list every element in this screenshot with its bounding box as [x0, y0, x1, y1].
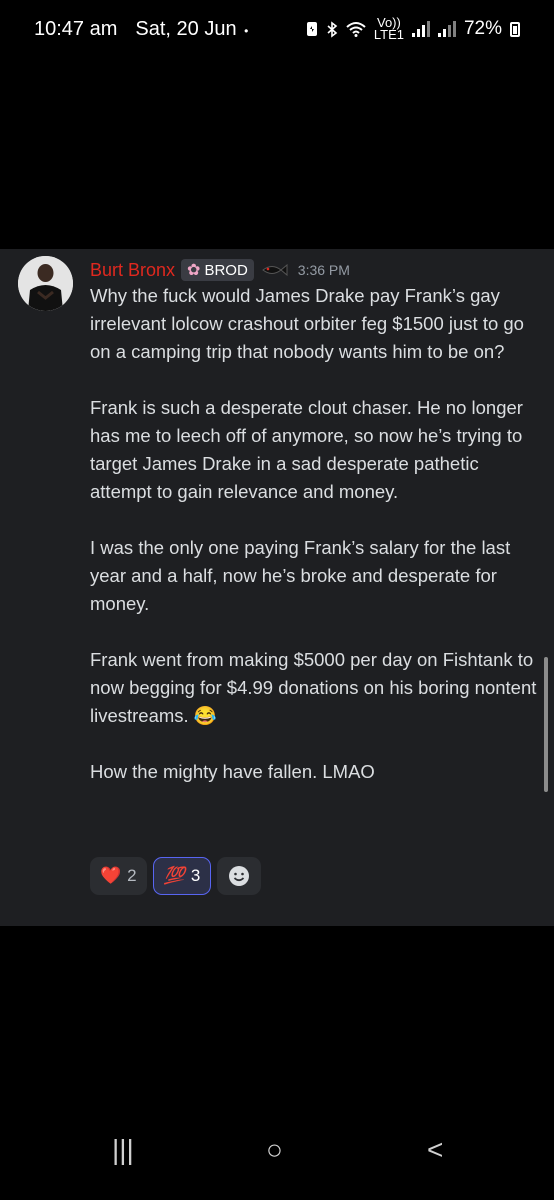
role-tag[interactable]: ✿ BROD — [181, 259, 254, 281]
reaction-hundred[interactable]: 💯 3 — [152, 857, 212, 895]
reactions-bar: ❤️ 2 💯 3 — [90, 857, 262, 895]
back-button[interactable]: < — [427, 1134, 443, 1166]
message-header: Burt Bronx ✿ BROD 3:36 PM — [90, 259, 350, 281]
fish-icon — [261, 263, 288, 277]
message-paragraph: Why the fuck would James Drake pay Frank… — [90, 285, 524, 362]
message-paragraph: How the mighty have fallen. LMAO — [90, 761, 375, 782]
smiley-icon — [229, 866, 250, 886]
status-icons: Vo)) LTE1 72% — [306, 15, 520, 42]
notification-icon — [306, 22, 317, 36]
message-area: Burt Bronx ✿ BROD 3:36 PM Why the fuck w… — [0, 249, 554, 926]
role-tag-label: BROD — [204, 261, 248, 279]
heart-icon: ❤️ — [100, 866, 122, 885]
signal-icon-2 — [437, 21, 456, 37]
avatar[interactable] — [18, 256, 73, 311]
battery-percent: 72% — [463, 18, 502, 39]
timestamp: 3:36 PM — [297, 262, 350, 278]
username[interactable]: Burt Bronx — [90, 260, 175, 281]
reaction-count: 3 — [190, 866, 201, 885]
home-button[interactable]: ○ — [266, 1134, 283, 1166]
message-paragraph: Frank went from making $5000 per day on … — [90, 649, 537, 726]
wifi-icon — [346, 22, 366, 37]
system-nav-bar: ||| ○ < — [0, 1130, 554, 1200]
message-body: Why the fuck would James Drake pay Frank… — [90, 282, 540, 786]
signal-icon — [411, 21, 430, 37]
volte-icon: Vo)) LTE1 — [373, 15, 404, 42]
message-paragraph: Frank is such a desperate clout chaser. … — [90, 397, 523, 502]
battery-icon — [510, 21, 520, 37]
clock-time: 10:47 am — [34, 17, 118, 40]
flower-icon: ✿ — [187, 262, 201, 279]
hundred-points-icon: 💯 — [163, 866, 185, 885]
recents-button[interactable]: ||| — [112, 1134, 134, 1166]
status-left: 10:47 am Sat, 20 Jun • — [34, 18, 248, 41]
bluetooth-icon — [327, 20, 338, 38]
status-bar: 10:47 am Sat, 20 Jun • Vo)) LTE1 72% — [0, 0, 554, 58]
reaction-count: 2 — [127, 866, 137, 885]
add-reaction-button[interactable] — [217, 857, 262, 895]
status-date: Sat, 20 Jun • — [135, 17, 249, 40]
message-paragraph: I was the only one paying Frank’s salary… — [90, 537, 511, 614]
reaction-heart[interactable]: ❤️ 2 — [90, 857, 147, 895]
scrollbar-thumb[interactable] — [544, 657, 548, 792]
